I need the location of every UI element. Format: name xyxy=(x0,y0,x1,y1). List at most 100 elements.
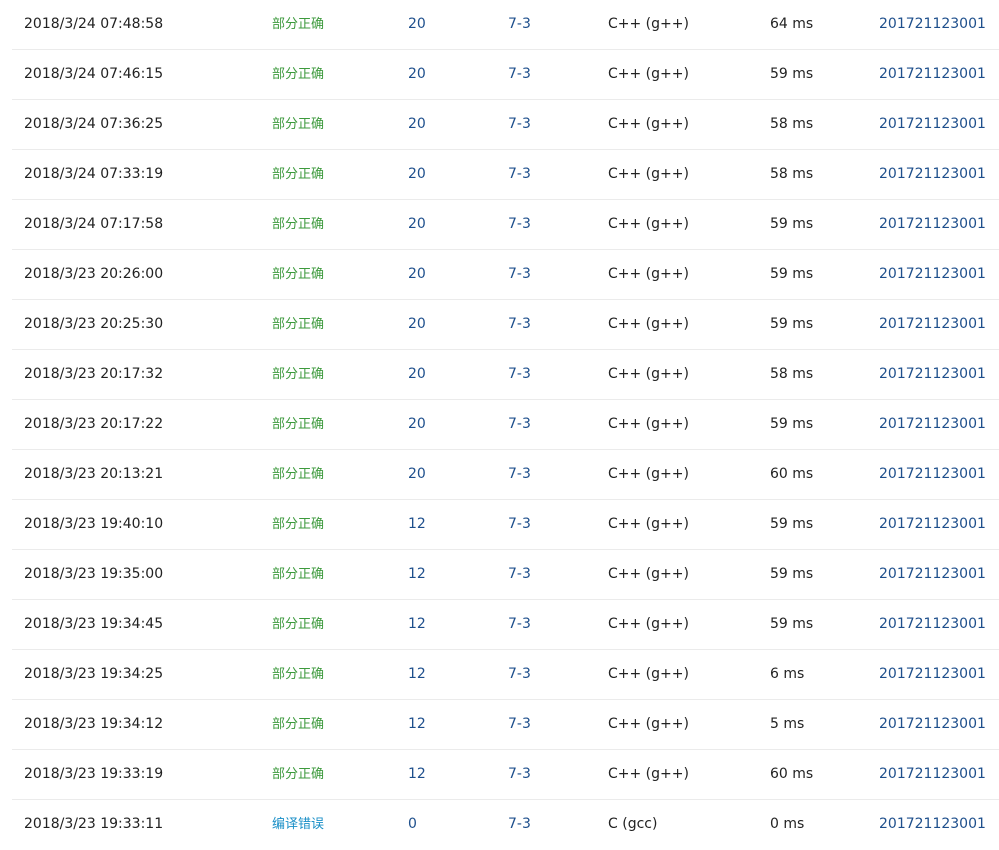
submit-time: 2018/3/23 20:25:30 xyxy=(24,316,164,332)
submit-time: 2018/3/23 20:17:22 xyxy=(24,416,164,432)
run-time: 60 ms xyxy=(770,766,814,782)
status-link[interactable]: 部分正确 xyxy=(272,500,324,549)
problem-link[interactable]: 7-3 xyxy=(508,50,531,99)
status-link[interactable]: 部分正确 xyxy=(272,450,324,499)
status-link[interactable]: 部分正确 xyxy=(272,0,324,49)
score-link[interactable]: 20 xyxy=(408,150,426,199)
status-link[interactable]: 部分正确 xyxy=(272,250,324,299)
user-link[interactable]: 201721123001 xyxy=(879,800,986,849)
problem-link[interactable]: 7-3 xyxy=(508,400,531,449)
submit-time: 2018/3/23 19:34:25 xyxy=(24,666,164,682)
user-link[interactable]: 201721123001 xyxy=(879,450,986,499)
submit-time: 2018/3/23 20:17:32 xyxy=(24,366,164,382)
score-link[interactable]: 0 xyxy=(408,800,417,849)
score-link[interactable]: 12 xyxy=(408,500,426,549)
compiler: C++ (g++) xyxy=(608,766,689,782)
user-link[interactable]: 201721123001 xyxy=(879,650,986,699)
compiler: C++ (g++) xyxy=(608,216,689,232)
problem-link[interactable]: 7-3 xyxy=(508,300,531,349)
table-row: 2018/3/24 07:17:58 部分正确 20 7-3 C++ (g++)… xyxy=(12,200,999,250)
score-link[interactable]: 20 xyxy=(408,0,426,49)
user-link[interactable]: 201721123001 xyxy=(879,550,986,599)
user-link[interactable]: 201721123001 xyxy=(879,350,986,399)
score-link[interactable]: 20 xyxy=(408,250,426,299)
status-link[interactable]: 部分正确 xyxy=(272,150,324,199)
compiler: C++ (g++) xyxy=(608,566,689,582)
table-row: 2018/3/23 19:34:25 部分正确 12 7-3 C++ (g++)… xyxy=(12,650,999,700)
submit-time: 2018/3/24 07:33:19 xyxy=(24,166,164,182)
table-row: 2018/3/24 07:36:25 部分正确 20 7-3 C++ (g++)… xyxy=(12,100,999,150)
status-link[interactable]: 部分正确 xyxy=(272,200,324,249)
score-link[interactable]: 20 xyxy=(408,350,426,399)
status-link[interactable]: 部分正确 xyxy=(272,100,324,149)
problem-link[interactable]: 7-3 xyxy=(508,150,531,199)
run-time: 0 ms xyxy=(770,816,805,832)
score-link[interactable]: 12 xyxy=(408,600,426,649)
score-link[interactable]: 12 xyxy=(408,650,426,699)
user-link[interactable]: 201721123001 xyxy=(879,750,986,799)
compiler: C++ (g++) xyxy=(608,366,689,382)
status-link[interactable]: 部分正确 xyxy=(272,700,324,749)
status-link[interactable]: 编译错误 xyxy=(272,800,324,849)
problem-link[interactable]: 7-3 xyxy=(508,750,531,799)
user-link[interactable]: 201721123001 xyxy=(879,400,986,449)
user-link[interactable]: 201721123001 xyxy=(879,100,986,149)
table-row: 2018/3/23 20:26:00 部分正确 20 7-3 C++ (g++)… xyxy=(12,250,999,300)
problem-link[interactable]: 7-3 xyxy=(508,250,531,299)
compiler: C++ (g++) xyxy=(608,116,689,132)
status-link[interactable]: 部分正确 xyxy=(272,350,324,399)
user-link[interactable]: 201721123001 xyxy=(879,50,986,99)
status-link[interactable]: 部分正确 xyxy=(272,300,324,349)
problem-link[interactable]: 7-3 xyxy=(508,450,531,499)
problem-link[interactable]: 7-3 xyxy=(508,650,531,699)
compiler: C++ (g++) xyxy=(608,516,689,532)
user-link[interactable]: 201721123001 xyxy=(879,700,986,749)
score-link[interactable]: 20 xyxy=(408,450,426,499)
compiler: C++ (g++) xyxy=(608,266,689,282)
problem-link[interactable]: 7-3 xyxy=(508,800,531,849)
score-link[interactable]: 12 xyxy=(408,750,426,799)
score-link[interactable]: 20 xyxy=(408,50,426,99)
user-link[interactable]: 201721123001 xyxy=(879,500,986,549)
run-time: 59 ms xyxy=(770,266,814,282)
problem-link[interactable]: 7-3 xyxy=(508,200,531,249)
score-link[interactable]: 20 xyxy=(408,300,426,349)
status-link[interactable]: 部分正确 xyxy=(272,50,324,99)
submit-time: 2018/3/24 07:48:58 xyxy=(24,16,164,32)
user-link[interactable]: 201721123001 xyxy=(879,250,986,299)
problem-link[interactable]: 7-3 xyxy=(508,0,531,49)
status-link[interactable]: 部分正确 xyxy=(272,600,324,649)
problem-link[interactable]: 7-3 xyxy=(508,700,531,749)
user-link[interactable]: 201721123001 xyxy=(879,200,986,249)
run-time: 59 ms xyxy=(770,616,814,632)
table-row: 2018/3/24 07:33:19 部分正确 20 7-3 C++ (g++)… xyxy=(12,150,999,200)
user-link[interactable]: 201721123001 xyxy=(879,0,986,49)
problem-link[interactable]: 7-3 xyxy=(508,550,531,599)
status-link[interactable]: 部分正确 xyxy=(272,400,324,449)
submit-time: 2018/3/24 07:46:15 xyxy=(24,66,164,82)
score-link[interactable]: 20 xyxy=(408,100,426,149)
table-row: 2018/3/23 20:25:30 部分正确 20 7-3 C++ (g++)… xyxy=(12,300,999,350)
table-row: 2018/3/23 19:40:10 部分正确 12 7-3 C++ (g++)… xyxy=(12,500,999,550)
compiler: C++ (g++) xyxy=(608,66,689,82)
compiler: C++ (g++) xyxy=(608,16,689,32)
score-link[interactable]: 12 xyxy=(408,700,426,749)
status-link[interactable]: 部分正确 xyxy=(272,650,324,699)
problem-link[interactable]: 7-3 xyxy=(508,600,531,649)
score-link[interactable]: 12 xyxy=(408,550,426,599)
table-row: 2018/3/23 20:17:22 部分正确 20 7-3 C++ (g++)… xyxy=(12,400,999,450)
problem-link[interactable]: 7-3 xyxy=(508,350,531,399)
score-link[interactable]: 20 xyxy=(408,400,426,449)
run-time: 60 ms xyxy=(770,466,814,482)
compiler: C++ (g++) xyxy=(608,316,689,332)
problem-link[interactable]: 7-3 xyxy=(508,100,531,149)
user-link[interactable]: 201721123001 xyxy=(879,150,986,199)
status-link[interactable]: 部分正确 xyxy=(272,750,324,799)
submissions-table: 2018/3/24 07:48:58 部分正确 20 7-3 C++ (g++)… xyxy=(12,0,999,849)
problem-link[interactable]: 7-3 xyxy=(508,500,531,549)
user-link[interactable]: 201721123001 xyxy=(879,600,986,649)
status-link[interactable]: 部分正确 xyxy=(272,550,324,599)
user-link[interactable]: 201721123001 xyxy=(879,300,986,349)
submit-time: 2018/3/23 19:34:45 xyxy=(24,616,164,632)
score-link[interactable]: 20 xyxy=(408,200,426,249)
